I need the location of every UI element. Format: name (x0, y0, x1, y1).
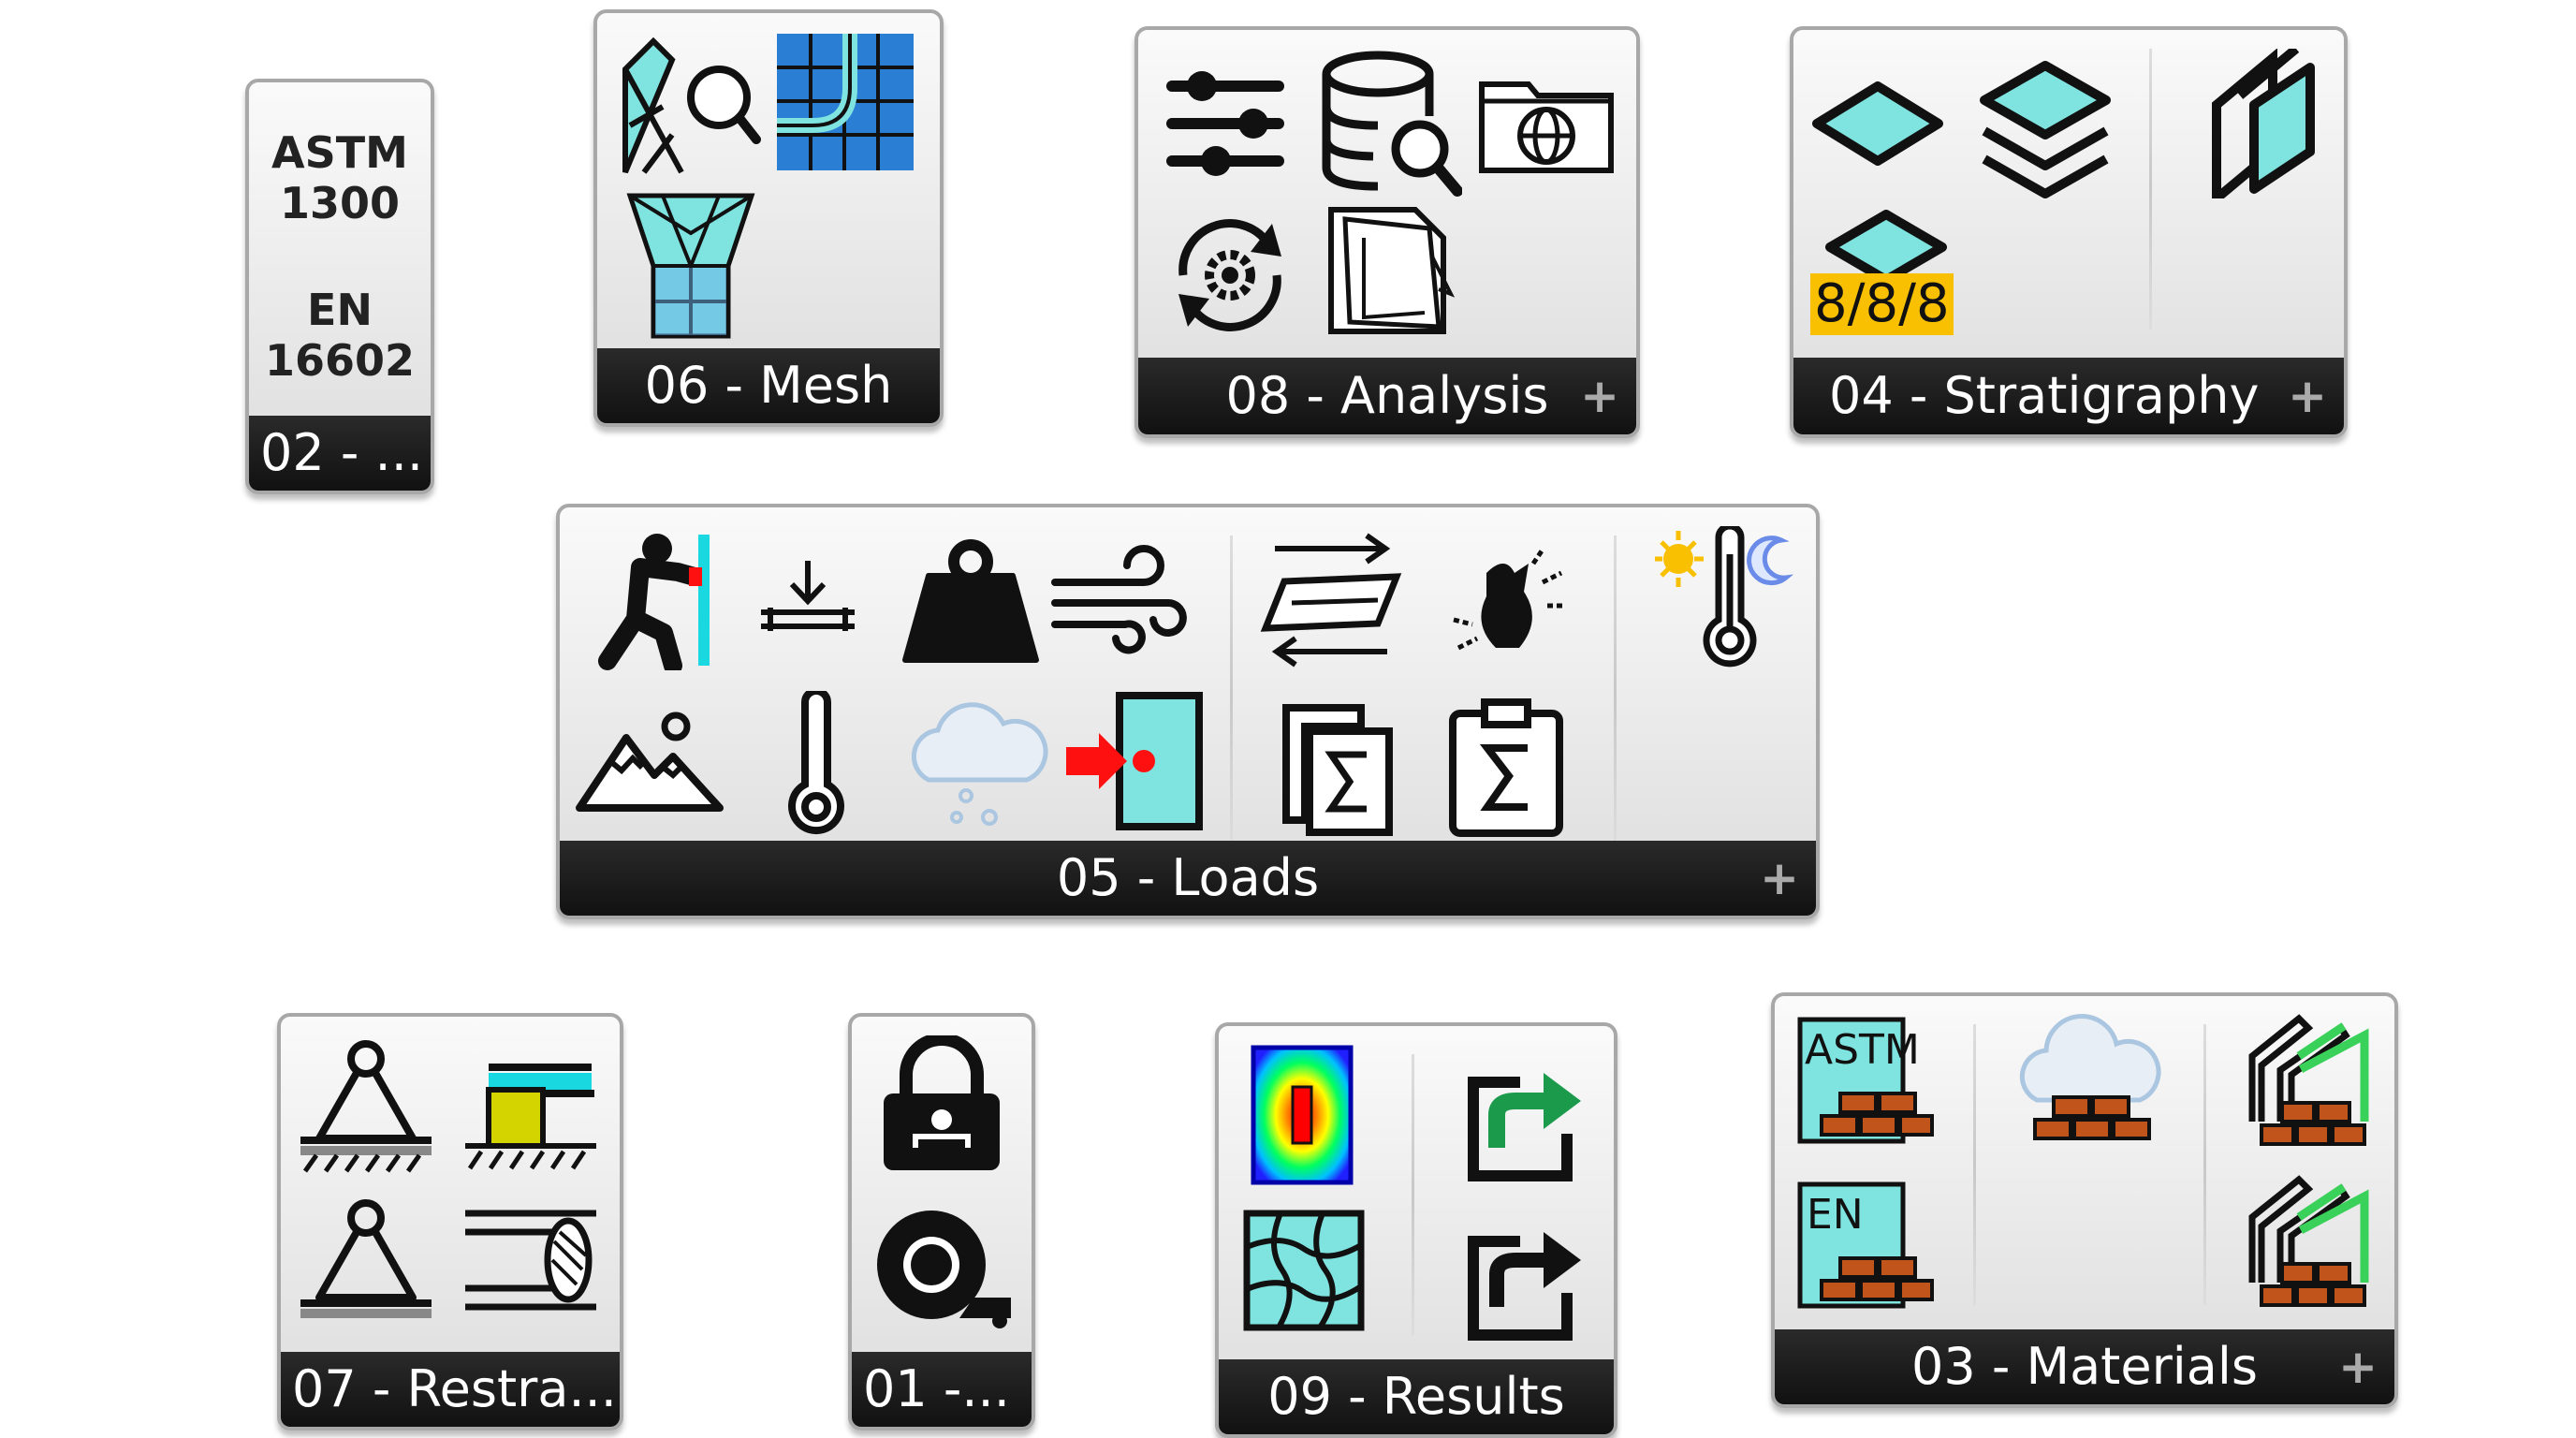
footer-label: 05 - Loads (1056, 848, 1320, 907)
expand-plus-icon[interactable]: + (2288, 373, 2327, 419)
tape-measure-icon[interactable] (871, 1204, 1020, 1335)
database-search-icon[interactable] (1322, 51, 1462, 200)
footer-label: 03 - Materials (1910, 1337, 2259, 1396)
panel-analysis[interactable]: 08 - Analysis + (1134, 26, 1640, 438)
human-push-load-icon[interactable] (584, 530, 724, 670)
footer-label: 06 - Mesh (644, 356, 893, 415)
seismic-load-icon[interactable] (1440, 545, 1571, 667)
expand-plus-icon[interactable]: + (2338, 1343, 2378, 1390)
panel-materials[interactable]: ASTM EN 03 - Materials + (1771, 992, 2398, 1408)
weight-load-icon[interactable] (900, 534, 1041, 665)
stress-contour-icon[interactable] (1251, 1045, 1354, 1185)
panel-footer-restraints[interactable]: 07 - Restra... (281, 1352, 620, 1427)
group-divider (1412, 1054, 1414, 1335)
group-divider (2203, 1024, 2206, 1305)
expand-plus-icon[interactable]: + (1580, 373, 1619, 419)
panel-mesh[interactable]: 06 - Mesh (593, 9, 944, 427)
standard-astm-label: ASTM (271, 127, 408, 178)
group-divider (2149, 49, 2152, 330)
footer-label: 02 - ... (260, 423, 424, 482)
settings-sliders-icon[interactable] (1164, 67, 1286, 180)
day-night-temperature-icon[interactable] (1655, 526, 1795, 676)
panel-stratigraphy[interactable]: 8/8/8 04 - Stratigraphy + (1790, 26, 2348, 438)
panel-results[interactable]: 09 - Results (1215, 1022, 1617, 1438)
layer-thickness-icon[interactable] (2198, 49, 2329, 198)
footer-label: 09 - Results (1267, 1367, 1565, 1426)
document-export-icon[interactable] (1322, 200, 1462, 341)
export-results-icon[interactable] (1464, 1045, 1586, 1185)
footer-label: 01 -... (863, 1359, 1010, 1418)
surface-load-icon[interactable] (756, 556, 859, 640)
mesh-inspect-icon[interactable] (616, 32, 766, 182)
material-masonry-icon[interactable] (2243, 1009, 2383, 1159)
standard-en-label: EN (307, 285, 373, 335)
material-astm-icon[interactable]: ASTM (1795, 1015, 1936, 1155)
mesh-grid-icon[interactable] (775, 32, 915, 172)
group-divider (1230, 536, 1233, 854)
deformed-mesh-icon[interactable] (1243, 1210, 1365, 1331)
composition-badge: 8/8/8 (1810, 273, 1954, 335)
panel-footer-stratigraphy[interactable]: 04 - Stratigraphy + (1793, 358, 2344, 434)
load-combination-icon[interactable] (1256, 530, 1406, 670)
snow-cloud-icon[interactable] (900, 691, 1050, 831)
impact-load-icon[interactable] (1061, 691, 1211, 831)
lock-icon[interactable] (876, 1035, 1007, 1176)
group-divider (1973, 1024, 1976, 1305)
panel-footer-mesh[interactable]: 06 - Mesh (597, 348, 940, 423)
panel-restraints[interactable]: 07 - Restra... (277, 1013, 623, 1431)
standard-astm-number: 1300 (279, 178, 401, 228)
material-masonry-alt-icon[interactable] (2243, 1170, 2383, 1320)
panel-footer-results[interactable]: 09 - Results (1219, 1359, 1614, 1434)
pin-support-icon[interactable] (296, 1035, 436, 1176)
panel-footer-analysis[interactable]: 08 - Analysis + (1138, 358, 1636, 434)
load-sum-icon[interactable] (1277, 698, 1398, 839)
roller-support-icon[interactable] (296, 1195, 436, 1335)
panel-misc[interactable]: 01 -... (848, 1013, 1035, 1431)
layer-icon[interactable] (1812, 81, 1943, 166)
mesh-refine-icon[interactable] (625, 191, 756, 341)
terrain-load-icon[interactable] (575, 710, 724, 813)
process-cycle-icon[interactable] (1164, 210, 1295, 341)
panel-footer-loads[interactable]: 05 - Loads + (560, 841, 1816, 916)
clipboard-sum-icon[interactable] (1445, 697, 1567, 837)
astm-text: ASTM (1805, 1026, 1920, 1074)
wind-load-icon[interactable] (1050, 545, 1191, 657)
panel-footer-materials[interactable]: 03 - Materials + (1775, 1329, 2394, 1404)
thermal-load-icon[interactable] (779, 691, 854, 841)
export-report-icon[interactable] (1464, 1204, 1586, 1344)
footer-label: 07 - Restra... (292, 1359, 617, 1418)
expand-plus-icon[interactable]: + (1760, 855, 1799, 902)
material-cloud-icon[interactable] (2009, 1011, 2168, 1152)
section-restraint-icon[interactable] (461, 1204, 601, 1316)
footer-label: 08 - Analysis (1225, 366, 1549, 425)
material-en-icon[interactable]: EN (1795, 1180, 1936, 1320)
panel-standards[interactable]: ASTM 1300 EN 16602 02 - ... (245, 79, 434, 494)
panel-loads[interactable]: 05 - Loads + (556, 504, 1820, 919)
fixed-wall-support-icon[interactable] (461, 1054, 601, 1176)
panel-footer-misc[interactable]: 01 -... (852, 1352, 1032, 1427)
footer-label: 04 - Stratigraphy (1829, 366, 2260, 425)
panel-footer-standards[interactable]: 02 - ... (249, 416, 431, 491)
en-text: EN (1807, 1191, 1864, 1239)
folder-web-icon[interactable] (1477, 66, 1617, 178)
layers-stack-icon[interactable] (1975, 58, 2115, 208)
group-divider (1614, 536, 1617, 854)
standard-en-number: 16602 (264, 335, 416, 386)
